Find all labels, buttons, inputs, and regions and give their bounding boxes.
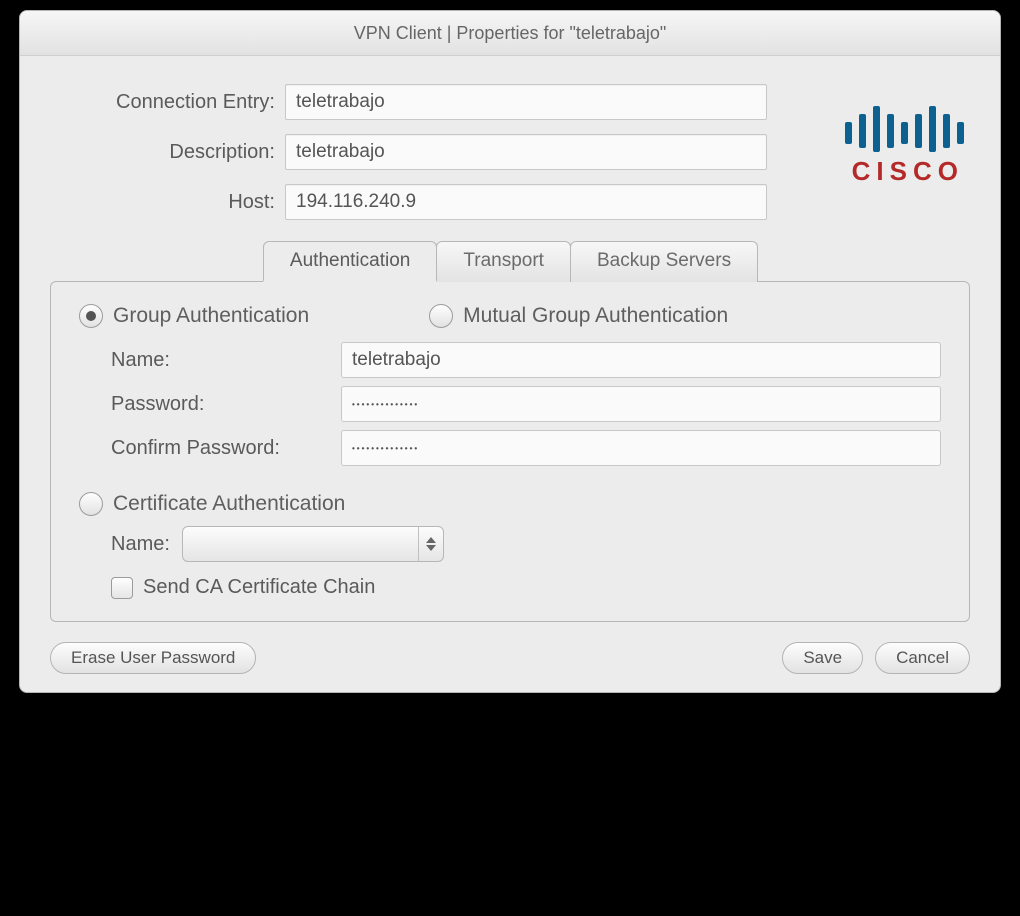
row-connection-entry: Connection Entry:: [50, 84, 794, 120]
row-cert-name: Name:: [111, 526, 941, 562]
description-input[interactable]: [285, 134, 767, 170]
cisco-brand-text: CISCO: [794, 156, 964, 187]
group-name-label: Name:: [111, 349, 341, 372]
group-confirm-input[interactable]: [341, 430, 941, 466]
group-name-input[interactable]: [341, 342, 941, 378]
auth-type-radio-row: Group Authentication Mutual Group Authen…: [79, 304, 941, 328]
titlebar: VPN Client | Properties for "teletrabajo…: [20, 11, 1000, 56]
cert-name-label: Name:: [111, 533, 170, 556]
checkbox-icon: [111, 577, 133, 599]
radio-certificate-auth[interactable]: Certificate Authentication: [79, 492, 941, 516]
tab-authentication[interactable]: Authentication: [263, 241, 437, 282]
cancel-button[interactable]: Cancel: [875, 642, 970, 674]
group-confirm-label: Confirm Password:: [111, 437, 341, 460]
radio-icon: [79, 492, 103, 516]
cert-name-combo[interactable]: [182, 526, 444, 562]
radio-icon: [79, 304, 103, 328]
tab-region: Authentication Transport Backup Servers …: [50, 240, 970, 622]
radio-icon: [429, 304, 453, 328]
properties-dialog: VPN Client | Properties for "teletrabajo…: [19, 10, 1001, 693]
connection-entry-input[interactable]: [285, 84, 767, 120]
tab-row: Authentication Transport Backup Servers: [50, 240, 970, 281]
tab-transport[interactable]: Transport: [436, 241, 571, 282]
description-label: Description:: [50, 141, 285, 164]
row-group-password: Password:: [111, 386, 941, 422]
send-ca-checkbox-row[interactable]: Send CA Certificate Chain: [111, 576, 941, 599]
top-area: Connection Entry: Description: Host:: [50, 84, 970, 234]
row-description: Description:: [50, 134, 794, 170]
row-group-confirm: Confirm Password:: [111, 430, 941, 466]
radio-mutual-group-auth-label: Mutual Group Authentication: [463, 304, 728, 328]
row-host: Host:: [50, 184, 794, 220]
cisco-logo: CISCO: [794, 84, 970, 187]
combo-stepper-icon: [418, 527, 443, 561]
save-button[interactable]: Save: [782, 642, 863, 674]
send-ca-label: Send CA Certificate Chain: [143, 576, 375, 599]
top-form: Connection Entry: Description: Host:: [50, 84, 794, 234]
radio-mutual-group-auth[interactable]: Mutual Group Authentication: [429, 304, 728, 328]
dialog-body: Connection Entry: Description: Host:: [20, 56, 1000, 692]
group-password-input[interactable]: [341, 386, 941, 422]
certificate-section: Certificate Authentication Name:: [79, 492, 941, 599]
erase-user-password-button[interactable]: Erase User Password: [50, 642, 256, 674]
group-password-label: Password:: [111, 393, 341, 416]
host-label: Host:: [50, 191, 285, 214]
radio-certificate-auth-label: Certificate Authentication: [113, 492, 345, 516]
radio-group-auth-label: Group Authentication: [113, 304, 309, 328]
radio-group-auth[interactable]: Group Authentication: [79, 304, 309, 328]
button-row: Erase User Password Save Cancel: [50, 642, 970, 674]
cisco-bars-icon: [794, 106, 964, 152]
window-title: VPN Client | Properties for "teletrabajo…: [354, 23, 667, 44]
row-group-name: Name:: [111, 342, 941, 378]
host-input[interactable]: [285, 184, 767, 220]
group-auth-fields: Name: Password: Confirm Password:: [111, 342, 941, 466]
connection-entry-label: Connection Entry:: [50, 91, 285, 114]
tab-backup-servers[interactable]: Backup Servers: [570, 241, 758, 282]
authentication-panel: Group Authentication Mutual Group Authen…: [50, 281, 970, 622]
